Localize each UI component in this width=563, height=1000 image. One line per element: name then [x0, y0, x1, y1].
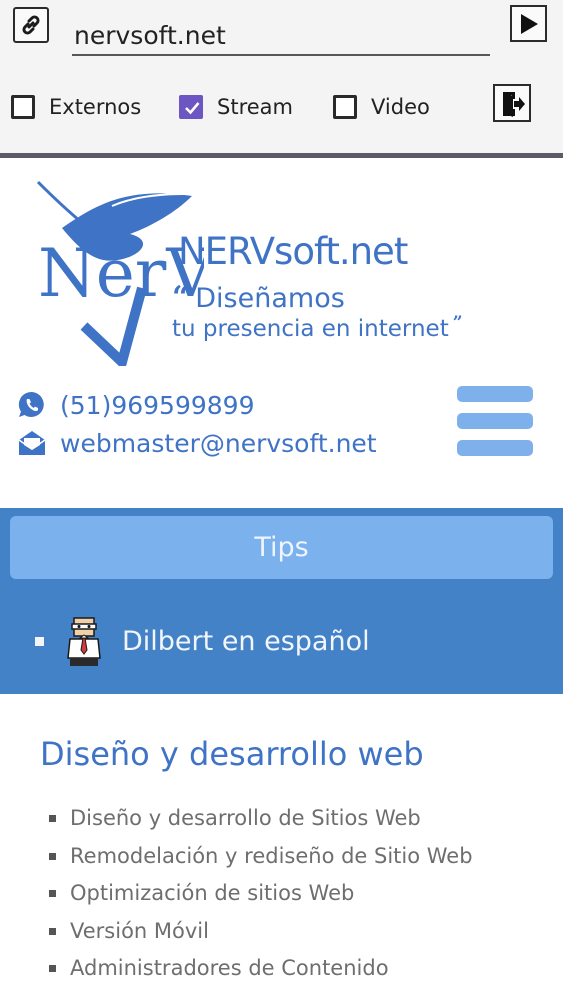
exit-button[interactable]	[493, 84, 531, 122]
browser-toolbar: Externos Stream Video	[0, 0, 563, 153]
phone-contact[interactable]: (51)969599899	[17, 390, 254, 420]
video-checkbox[interactable]: Video	[333, 92, 430, 122]
externos-checkbox[interactable]: Externos	[11, 92, 141, 122]
dilbert-icon	[67, 617, 101, 666]
play-icon	[521, 14, 538, 34]
nav-item-dilbert-label: Dilbert en español	[122, 625, 370, 657]
services-list: Diseño y desarrollo de Sitios Web Remode…	[46, 800, 473, 988]
email-contact[interactable]: webmaster@nervsoft.net	[17, 428, 377, 458]
list-item[interactable]: Versión Móvil	[46, 913, 473, 951]
url-input[interactable]	[72, 16, 490, 56]
stream-checkbox-label: Stream	[217, 95, 293, 119]
link-button[interactable]	[13, 7, 49, 43]
email-address: webmaster@nervsoft.net	[60, 428, 377, 458]
services-title: Diseño y desarrollo web	[40, 735, 424, 773]
hamburger-menu-button[interactable]	[457, 386, 533, 458]
video-checkbox-box[interactable]	[333, 95, 357, 119]
list-item[interactable]: Remodelación y rediseño de Sitio Web	[46, 838, 473, 876]
video-checkbox-label: Video	[371, 95, 430, 119]
list-item[interactable]: Optimización de sitios Web	[46, 875, 473, 913]
toolbar-divider	[0, 153, 563, 158]
close-quote: ”	[452, 313, 463, 333]
externos-checkbox-label: Externos	[49, 95, 142, 119]
externos-checkbox-box[interactable]	[11, 95, 35, 119]
whatsapp-icon	[18, 391, 44, 417]
stream-checkbox-box[interactable]	[179, 95, 203, 119]
email-icon	[18, 431, 46, 455]
play-button[interactable]	[510, 5, 547, 42]
list-item[interactable]: Administradores de Contenido	[46, 950, 473, 988]
nav-item-dilbert[interactable]: Dilbert en español	[35, 612, 370, 670]
brand-tagline-line2: tu presencia en internet”	[172, 313, 463, 342]
exit-door-icon	[503, 92, 525, 117]
hamburger-line-icon	[457, 440, 533, 456]
checkmark-icon	[185, 102, 200, 115]
open-quote: “	[172, 280, 190, 315]
stream-checkbox[interactable]: Stream	[179, 92, 293, 122]
hamburger-line-icon	[457, 413, 533, 429]
tagline-line2-text: tu presencia en internet	[172, 316, 449, 342]
phone-number: (51)969599899	[60, 390, 255, 420]
list-item[interactable]: Diseño y desarrollo de Sitios Web	[46, 800, 473, 838]
bullet-icon	[35, 636, 44, 646]
brand-tagline-line1: “Diseñamos	[172, 280, 345, 315]
tips-button[interactable]: Tips	[10, 516, 553, 579]
brand-name: NERVsoft.net	[178, 230, 408, 273]
link-icon	[22, 15, 40, 35]
tagline-line1-text: Diseñamos	[195, 283, 345, 314]
hamburger-line-icon	[457, 386, 533, 402]
